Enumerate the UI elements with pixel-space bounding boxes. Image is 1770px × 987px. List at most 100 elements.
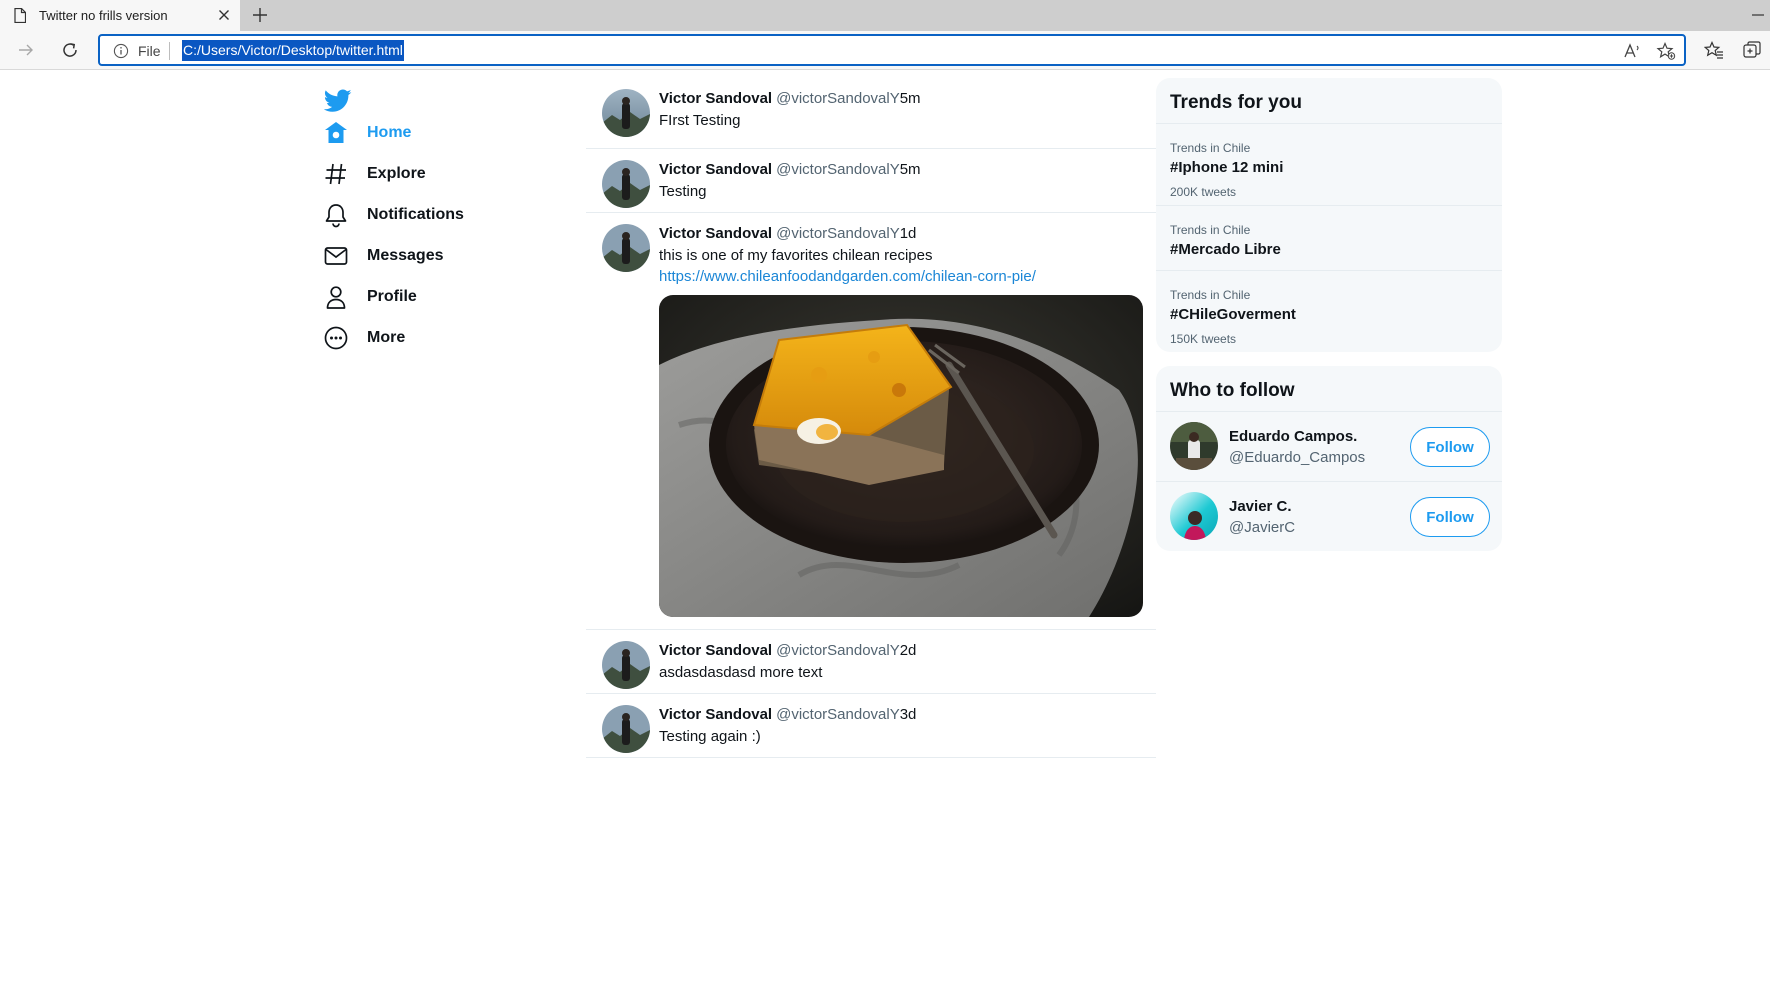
tweet-header: Victor Sandoval @victorSandovalY5m [659, 161, 921, 178]
avatar[interactable] [602, 705, 650, 753]
trends-title: Trends for you [1170, 92, 1302, 113]
avatar[interactable] [1170, 492, 1218, 540]
tweet-timestamp[interactable]: 2d [900, 642, 917, 659]
tweet-author-name[interactable]: Victor Sandoval [659, 642, 772, 659]
close-tab-icon[interactable] [215, 6, 233, 24]
trend-tweet-count: 150K tweets [1170, 332, 1237, 346]
corn-pie-photo [659, 295, 1143, 617]
nav-home[interactable]: Home [322, 118, 542, 148]
tweet-text: Testing [659, 183, 707, 200]
nav-explore[interactable]: Explore [322, 159, 542, 189]
info-icon[interactable] [113, 43, 129, 59]
tweet-author-handle[interactable]: @victorSandovalY [776, 90, 900, 107]
trend-item[interactable]: Trends in Chile #CHileGoverment 150K twe… [1156, 270, 1502, 352]
address-divider [169, 42, 170, 60]
bell-icon [325, 204, 347, 228]
tweet-author-handle[interactable]: @victorSandovalY [776, 225, 900, 242]
forward-arrow-icon[interactable] [16, 40, 36, 60]
address-url[interactable]: C:/Users/Victor/Desktop/twitter.html [182, 40, 404, 61]
suggested-user[interactable]: Eduardo Campos. @Eduardo_Campos Follow [1156, 411, 1502, 481]
address-scheme-label: File [138, 43, 161, 59]
tweet[interactable]: Victor Sandoval @victorSandovalY1d this i… [586, 213, 1156, 630]
nav-messages[interactable]: Messages [322, 241, 542, 271]
tweet-author-name[interactable]: Victor Sandoval [659, 225, 772, 242]
avatar-photo [602, 89, 650, 137]
trend-context: Trends in Chile [1170, 223, 1251, 237]
tab-title: Twitter no frills version [39, 8, 168, 23]
nav-more[interactable]: More [322, 323, 542, 353]
avatar-photo [1170, 492, 1218, 540]
avatar[interactable] [602, 89, 650, 137]
trend-context: Trends in Chile [1170, 288, 1251, 302]
nav-notifications[interactable]: Notifications [322, 200, 542, 230]
tweet-author-name[interactable]: Victor Sandoval [659, 706, 772, 723]
avatar-photo [602, 160, 650, 208]
more-icon [324, 326, 348, 350]
suggested-user-name[interactable]: Eduardo Campos. [1229, 428, 1357, 445]
who-to-follow-title: Who to follow [1170, 380, 1295, 401]
tweet[interactable]: Victor Sandoval @victorSandovalY3d Testin… [586, 694, 1156, 758]
trend-hashtag[interactable]: #Mercado Libre [1170, 241, 1281, 258]
suggested-user[interactable]: Javier C. @JavierC Follow [1156, 481, 1502, 551]
nav-messages-label: Messages [367, 247, 444, 264]
follow-button[interactable]: Follow [1410, 497, 1490, 537]
add-favorite-star-icon[interactable] [1656, 41, 1676, 61]
suggested-user-handle: @JavierC [1229, 519, 1296, 536]
trends-panel: Trends for you Trends in Chile #Iphone 1… [1156, 78, 1502, 352]
person-icon [326, 286, 346, 309]
tweet[interactable]: Victor Sandoval @victorSandovalY5m Testin… [586, 149, 1156, 213]
tweet-text: this is one of my favorites chilean reci… [659, 247, 933, 264]
nav-more-label: More [367, 329, 406, 346]
who-to-follow-panel: Who to follow Eduardo Campos. @Eduardo_C… [1156, 366, 1502, 551]
tweet[interactable]: Victor Sandoval @victorSandovalY2d asdasd… [586, 630, 1156, 694]
favorites-icon[interactable] [1704, 40, 1724, 60]
nav-explore-label: Explore [367, 165, 426, 182]
trend-tweet-count: 200K tweets [1170, 185, 1237, 199]
twitter-bird-logo-icon[interactable] [324, 89, 352, 113]
tweet-feed: Victor Sandoval @victorSandovalY5m FIrst … [586, 78, 1156, 758]
suggested-user-handle: @Eduardo_Campos [1229, 449, 1366, 466]
avatar-photo [602, 641, 650, 689]
avatar[interactable] [602, 224, 650, 272]
tweet-text: asdasdasdasd more text [659, 664, 823, 681]
browser-tab[interactable]: Twitter no frills version [0, 0, 240, 31]
tweet-author-name[interactable]: Victor Sandoval [659, 161, 772, 178]
tweet-media-image[interactable] [659, 295, 1143, 617]
follow-button[interactable]: Follow [1410, 427, 1490, 467]
avatar[interactable] [1170, 422, 1218, 470]
trend-hashtag[interactable]: #Iphone 12 mini [1170, 159, 1283, 176]
trend-item[interactable]: Trends in Chile #Iphone 12 mini 200K twe… [1156, 123, 1502, 205]
tweet-header: Victor Sandoval @victorSandovalY5m [659, 90, 921, 107]
tweet-header: Victor Sandoval @victorSandovalY2d [659, 642, 916, 659]
tweet-text: Testing again :) [659, 728, 761, 745]
tweet-author-handle[interactable]: @victorSandovalY [776, 706, 900, 723]
trend-hashtag[interactable]: #CHileGoverment [1170, 306, 1296, 323]
avatar[interactable] [602, 160, 650, 208]
tweet[interactable]: Victor Sandoval @victorSandovalY5m FIrst … [586, 78, 1156, 149]
tweet-timestamp[interactable]: 5m [900, 161, 921, 178]
tweet-timestamp[interactable]: 3d [900, 706, 917, 723]
tweet-author-name[interactable]: Victor Sandoval [659, 90, 772, 107]
tweet-timestamp[interactable]: 5m [900, 90, 921, 107]
browser-toolbar: File C:/Users/Victor/Desktop/twitter.htm… [0, 31, 1770, 70]
reload-icon[interactable] [60, 40, 80, 60]
nav-home-label: Home [367, 124, 412, 141]
trend-item[interactable]: Trends in Chile #Mercado Libre [1156, 205, 1502, 270]
tweet-header: Victor Sandoval @victorSandovalY3d [659, 706, 916, 723]
minimize-window-icon[interactable] [1750, 6, 1766, 24]
trend-context: Trends in Chile [1170, 141, 1251, 155]
avatar-photo [602, 705, 650, 753]
collections-icon[interactable] [1742, 40, 1762, 60]
tweet-author-handle[interactable]: @victorSandovalY [776, 161, 900, 178]
avatar[interactable] [602, 641, 650, 689]
tweet-author-handle[interactable]: @victorSandovalY [776, 642, 900, 659]
read-aloud-icon[interactable] [1622, 41, 1642, 61]
address-bar[interactable]: File C:/Users/Victor/Desktop/twitter.htm… [98, 34, 1686, 66]
new-tab-icon[interactable] [250, 5, 270, 25]
nav-profile[interactable]: Profile [322, 282, 542, 312]
suggested-user-name[interactable]: Javier C. [1229, 498, 1292, 515]
browser-tab-strip: Twitter no frills version [0, 0, 1770, 31]
tweet-timestamp[interactable]: 1d [900, 225, 917, 242]
tweet-link[interactable]: https://www.chileanfoodandgarden.com/chi… [659, 268, 1036, 285]
avatar-photo [1170, 422, 1218, 470]
